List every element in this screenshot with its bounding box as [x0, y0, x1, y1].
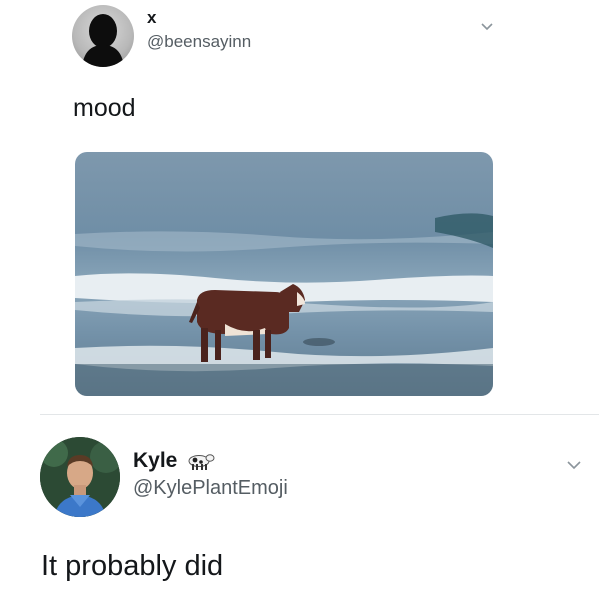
avatar-photo — [40, 437, 120, 517]
user-handle[interactable]: @KylePlantEmoji — [133, 477, 288, 500]
user-name[interactable]: Kyle — [133, 449, 177, 473]
user-handle[interactable]: @beensayinn — [147, 32, 251, 52]
chevron-down-icon[interactable] — [566, 458, 582, 474]
avatar-beensayinn[interactable] — [72, 5, 134, 67]
avatar-silhouette — [82, 14, 124, 67]
tweet-photo[interactable] — [75, 152, 493, 396]
cow-emoji-icon — [187, 451, 215, 476]
photo-cow-in-sea — [75, 152, 493, 396]
avatar-kyle[interactable] — [40, 437, 120, 517]
tweet-text: It probably did — [41, 550, 224, 582]
tweet-text: mood — [73, 94, 136, 122]
tweet-1: x @beensayinn mood — [0, 0, 599, 410]
tweet-2: Kyle @KylePlantEmoji It probably did — [0, 415, 599, 599]
user-name[interactable]: x — [147, 8, 156, 28]
chevron-down-icon[interactable] — [480, 20, 494, 36]
